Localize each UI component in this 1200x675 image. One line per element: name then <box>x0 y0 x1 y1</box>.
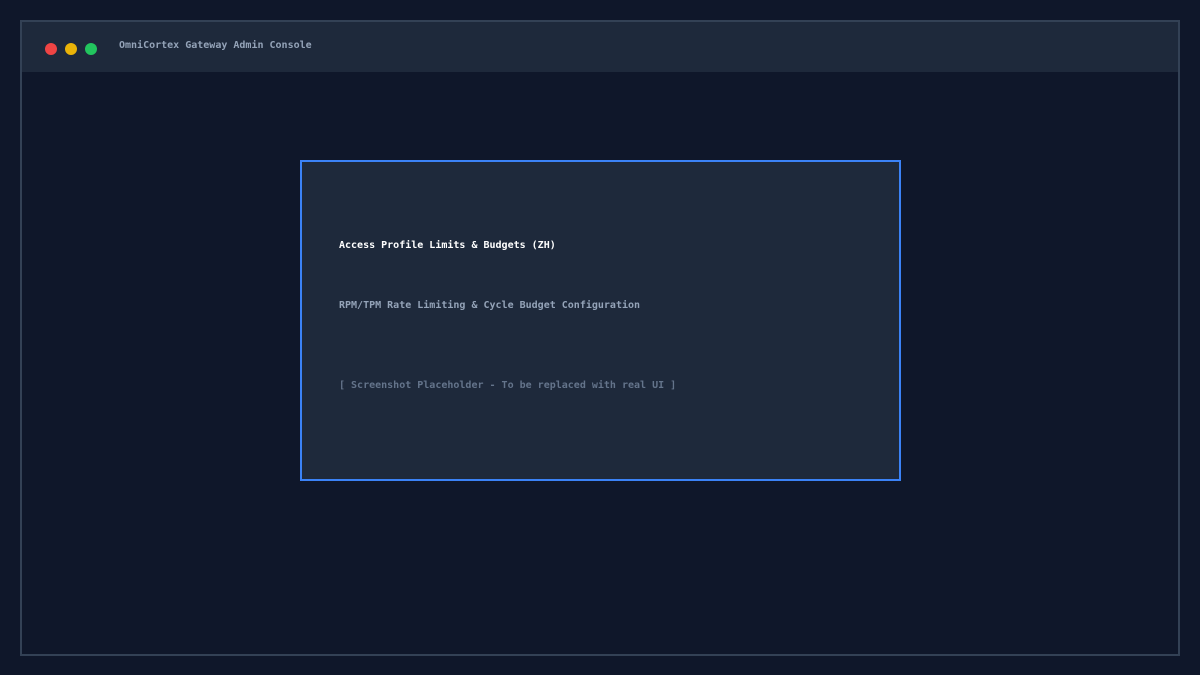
app-window: OmniCortex Gateway Admin Console Access … <box>20 20 1180 656</box>
panel-subheading: RPM/TPM Rate Limiting & Cycle Budget Con… <box>339 300 641 311</box>
placeholder-text: [ Screenshot Placeholder - To be replace… <box>339 380 677 391</box>
screenshot-placeholder-panel: Access Profile Limits & Budgets (ZH) RPM… <box>300 160 901 481</box>
window-titlebar: OmniCortex Gateway Admin Console <box>22 22 1178 72</box>
maximize-window-button[interactable] <box>85 43 97 55</box>
window-title: OmniCortex Gateway Admin Console <box>119 40 312 51</box>
panel-heading: Access Profile Limits & Budgets (ZH) <box>339 240 556 251</box>
close-window-button[interactable] <box>45 43 57 55</box>
minimize-window-button[interactable] <box>65 43 77 55</box>
